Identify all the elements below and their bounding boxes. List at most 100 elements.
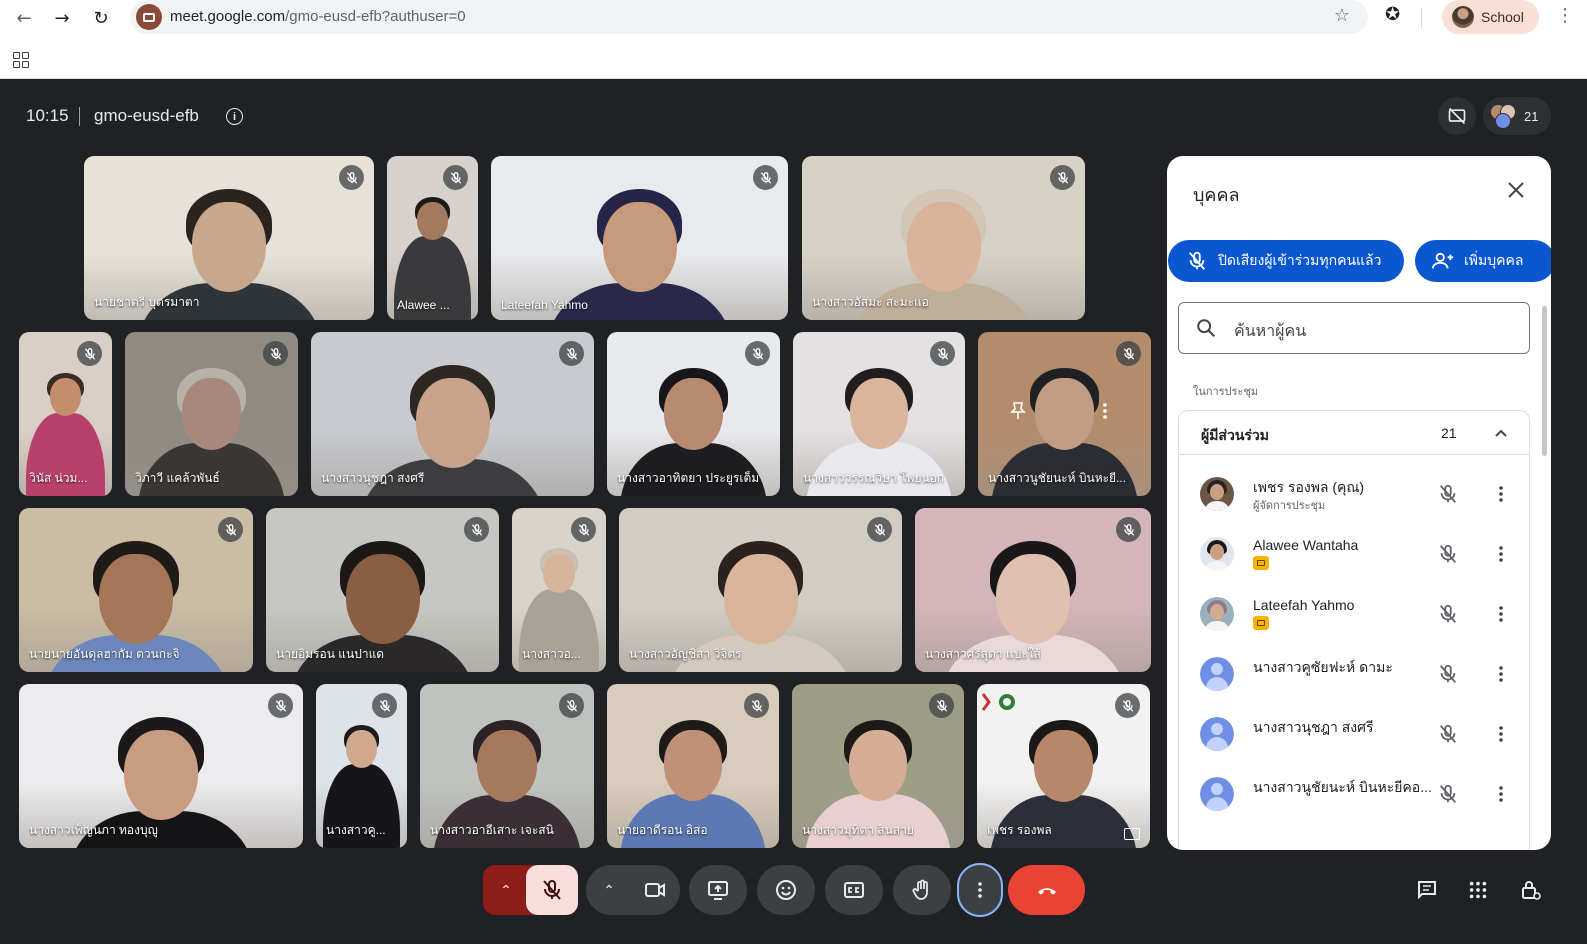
site-info-icon[interactable] <box>136 4 162 30</box>
people-panel: บุคคล ปิดเสียงผู้เข้าร่วมทุกคนแล้ว เพิ่ม… <box>1167 156 1551 850</box>
raise-hand-button[interactable] <box>893 865 951 915</box>
participant-row[interactable]: นางสาวคูซัยฟะห์ ดามะ <box>1179 645 1529 705</box>
participant-tile[interactable]: เพชร รองพล <box>977 684 1150 848</box>
presentation-off-button[interactable] <box>1438 97 1476 135</box>
bookmark-star-icon[interactable]: ☆ <box>1334 5 1350 26</box>
participant-tile[interactable]: นายอาดีรอน อิสอ <box>607 684 779 848</box>
profile-avatar <box>1452 6 1474 28</box>
participant-row[interactable]: เพชร รองพล (คุณ) ผู้จัดการประชุม <box>1179 465 1529 525</box>
tile-mic-off-icon <box>443 165 468 190</box>
chevron-up-icon[interactable] <box>1491 423 1511 443</box>
host-controls-button[interactable] <box>1516 876 1544 904</box>
more-options-button[interactable] <box>957 863 1003 917</box>
participant-tile[interactable]: นางสาววรรณวิษา โพยนอก <box>793 332 965 496</box>
participant-name: นางสาวมุทิตา สินสาย <box>802 823 914 837</box>
participant-video-face <box>346 729 377 768</box>
present-screen-button[interactable] <box>689 865 747 915</box>
url-text[interactable]: meet.google.com/gmo-eusd-efb?authuser=0 <box>170 8 466 25</box>
participant-video-face <box>602 201 677 293</box>
participant-tile[interactable]: นางสาวศรีสุดา แปะใส้ <box>915 508 1151 672</box>
row-more-options-icon[interactable] <box>1490 543 1512 565</box>
info-icon[interactable]: i <box>226 108 243 125</box>
mute-all-button[interactable]: ปิดเสียงผู้เข้าร่วมทุกคนแล้ว <box>1168 240 1404 282</box>
participant-row-name: Lateefah Yahmo <box>1253 597 1355 613</box>
tile-more-options-icon[interactable] <box>1102 402 1116 422</box>
participant-tile[interactable]: นายอิมรอน แนปาแด <box>266 508 499 672</box>
participant-tile[interactable]: นางสาวอ... <box>512 508 606 672</box>
row-more-options-icon[interactable] <box>1490 723 1512 745</box>
camera-toggle-button[interactable] <box>630 865 680 915</box>
pin-tile-icon[interactable] <box>1010 402 1030 422</box>
presentation-off-icon <box>1448 107 1466 125</box>
video-options-chevron-icon[interactable]: ⌃ <box>586 882 632 899</box>
profile-button[interactable]: School <box>1442 0 1539 34</box>
participant-video-face <box>49 377 82 417</box>
leave-call-button[interactable] <box>1008 865 1085 915</box>
row-more-options-icon[interactable] <box>1490 483 1512 505</box>
participant-tile[interactable]: นางสาวอัญชิสา วิจิตร <box>619 508 902 672</box>
camera-control-group: ⌃ <box>586 865 680 915</box>
participants-button[interactable]: 21 <box>1483 97 1551 135</box>
row-mic-off-icon[interactable] <box>1437 603 1459 625</box>
participant-tile[interactable]: นายนายอันดุลฮากัม ตวนกะจิ <box>19 508 253 672</box>
participant-video-face <box>848 729 908 802</box>
participant-tile[interactable]: นายชาตรี บุตรมาตา <box>84 156 374 320</box>
more-vert-icon <box>978 882 982 898</box>
participant-row-name: นางสาวนุชฎา สงศรี <box>1253 719 1374 735</box>
extensions-star-icon[interactable]: ✪ <box>1385 4 1400 25</box>
participant-tile[interactable]: นางสาวคู... <box>316 684 407 848</box>
captions-button[interactable] <box>825 865 883 915</box>
chat-button[interactable] <box>1413 876 1441 904</box>
row-mic-off-icon[interactable] <box>1437 483 1459 505</box>
row-more-options-icon[interactable] <box>1490 663 1512 685</box>
tile-mic-off-icon <box>372 693 397 718</box>
kebab-menu-icon[interactable]: ⋮ <box>1556 5 1574 26</box>
add-people-button[interactable]: เพิ่มบุคคล <box>1415 240 1551 282</box>
row-mic-off-icon[interactable] <box>1437 783 1459 805</box>
participant-name: นางสาวนุชฎา สงศรี <box>321 471 425 485</box>
emoji-reaction-button[interactable] <box>757 865 815 915</box>
participant-tile[interactable]: Alawee ... <box>387 156 478 320</box>
panel-scrollbar[interactable] <box>1542 306 1547 456</box>
address-bar[interactable]: meet.google.com/gmo-eusd-efb?authuser=0 … <box>130 0 1368 34</box>
tile-mic-off-icon <box>1116 517 1141 542</box>
apps-grid-icon[interactable] <box>13 52 29 68</box>
reload-icon[interactable]: ↻ <box>87 4 115 32</box>
row-more-options-icon[interactable] <box>1490 603 1512 625</box>
row-mic-off-icon[interactable] <box>1437 723 1459 745</box>
participant-row[interactable]: Lateefah Yahmo <box>1179 585 1529 645</box>
participants-group-header[interactable]: ผู้มีส่วนร่วม 21 <box>1179 411 1529 455</box>
participant-video-face <box>996 553 1070 645</box>
participant-name: นางสาวอัสมะ สะมะแอ <box>812 295 929 309</box>
participant-tile[interactable]: นางสาวนุชฎา สงศรี <box>311 332 594 496</box>
audio-options-chevron-icon[interactable]: ⌃ <box>483 882 529 899</box>
activities-button[interactable] <box>1464 876 1492 904</box>
picture-in-picture-icon[interactable] <box>1124 828 1140 840</box>
participant-tile[interactable]: นางสาวอาทิตยา ประยูรเต็ม <box>607 332 780 496</box>
participant-tile[interactable]: นางสาวนูชัยนะห์ บินหะยี... <box>978 332 1151 496</box>
mic-toggle-button[interactable] <box>526 865 578 915</box>
participant-name: นางสาวคู... <box>326 823 386 837</box>
row-mic-off-icon[interactable] <box>1437 663 1459 685</box>
participant-tile[interactable]: วิภาวี แคล้วพันธ์ <box>125 332 298 496</box>
participant-row[interactable]: Alawee Wantaha <box>1179 525 1529 585</box>
participant-tile[interactable]: วินัส น่วม... <box>19 332 112 496</box>
participant-tile[interactable]: นางสาวอัสมะ สะมะแอ <box>802 156 1085 320</box>
participant-tile[interactable]: นางสาวมุทิตา สินสาย <box>792 684 964 848</box>
close-panel-button[interactable] <box>1504 178 1528 202</box>
tile-mic-off-icon <box>571 517 596 542</box>
forward-icon[interactable]: → <box>48 4 76 32</box>
row-mic-off-icon[interactable] <box>1437 543 1459 565</box>
participants-group: ผู้มีส่วนร่วม 21 เพชร รองพล (คุณ) ผู้จัดก… <box>1178 410 1530 850</box>
participant-row[interactable]: นางสาวนุชฎา สงศรี <box>1179 705 1529 765</box>
participant-tile[interactable]: Lateefah Yahmo <box>491 156 788 320</box>
row-more-options-icon[interactable] <box>1490 783 1512 805</box>
participant-row[interactable]: นางสาวนูชัยนะห์ บินหะยีคอ... <box>1179 765 1529 825</box>
avatar <box>1200 477 1234 511</box>
back-icon[interactable]: ← <box>10 4 38 32</box>
participant-name: นางสาวเพ็ญนภา ทองบุญู <box>29 823 158 837</box>
participant-tile[interactable]: นางสาวเพ็ญนภา ทองบุญู <box>19 684 303 848</box>
search-people-input[interactable]: ค้นหาผู้คน <box>1178 302 1530 354</box>
avatar <box>1200 657 1234 691</box>
participant-tile[interactable]: นางสาวอาอีเสาะ เจะสนิ <box>420 684 594 848</box>
